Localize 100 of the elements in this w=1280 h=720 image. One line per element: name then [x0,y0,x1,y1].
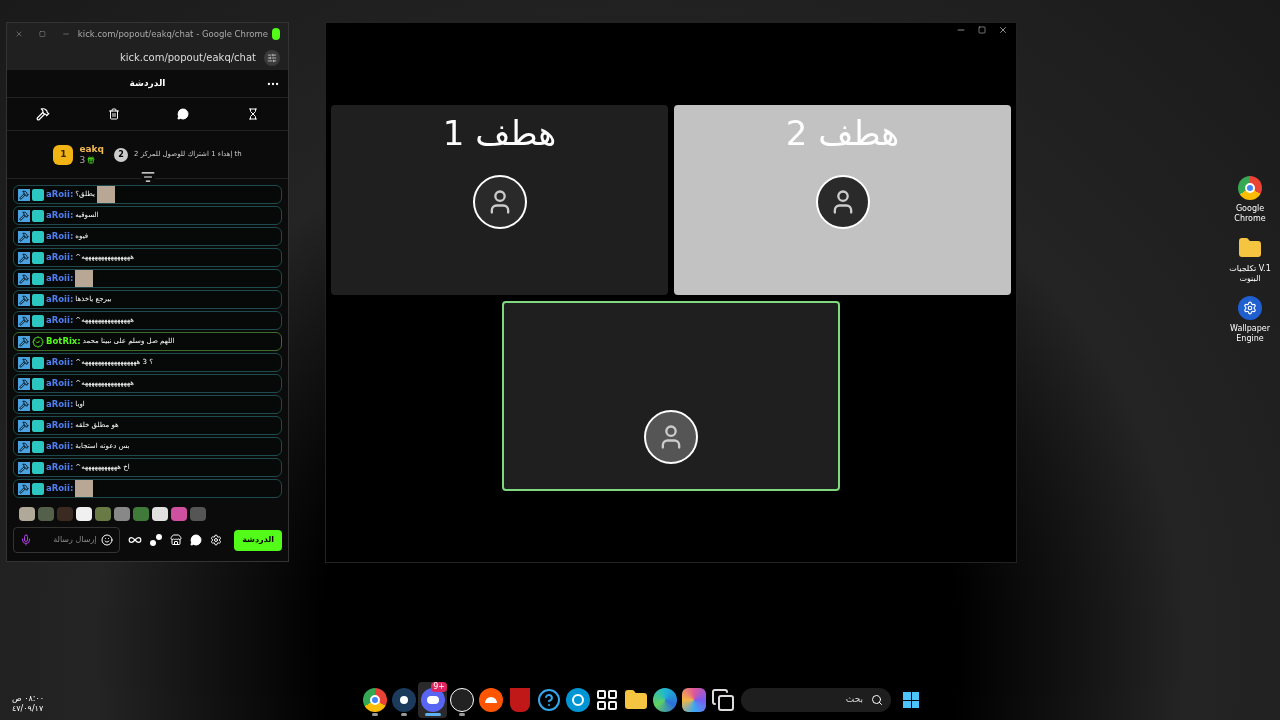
participant-name: هطف 1 [442,112,557,155]
emote-image[interactable] [76,507,92,521]
moderator-badge-icon [18,461,30,474]
rank-badge: 1 [53,144,74,165]
subscriber-badge-icon [32,461,44,474]
chat-header-title: الدردشة [129,76,166,91]
moderator-badge-icon [18,482,30,495]
maximize-icon[interactable] [978,26,986,34]
verified-badge-icon [32,335,44,348]
avatar [815,175,870,229]
subscriber-badge-icon [32,356,44,369]
emote-image[interactable] [114,507,130,521]
subscriber-badge-icon [32,272,44,285]
moderator-badge-icon [18,251,30,264]
subscriber-badge-icon [32,482,44,495]
emoji-icon[interactable] [101,534,113,546]
chat-username: aRoii: [46,461,74,474]
chrome-icon [1238,176,1262,200]
chat-username: aRoii: [46,188,74,201]
moderator-badge-icon [18,188,30,201]
moderator-badge-icon [18,335,30,348]
moderator-badge-icon [18,440,30,453]
clock-date: ٤٧/٠٩/١٧ [12,704,44,714]
moderator-badge-icon [18,398,30,411]
moderator-badge-icon [18,293,30,306]
search-icon [871,694,883,706]
moderator-badge-icon [18,230,30,243]
chat-username: aRoii: [46,272,74,285]
participant-name: هطف 2 [785,112,900,155]
site-settings-button[interactable] [264,49,280,66]
taskbar-button[interactable]: 9+ [418,682,447,718]
gift-count: 3 [79,154,86,166]
username: eakq [79,143,104,155]
message-input-field[interactable]: إرسال رسالة [36,534,97,546]
subscriber-badge-icon [32,230,44,243]
desktop-shortcut[interactable]: Google Chrome [1224,176,1276,224]
chat-username: aRoii: [46,398,74,411]
moderator-badge-icon [18,209,30,222]
notification-badge: 9+ [431,682,447,692]
emote-image[interactable] [133,507,149,521]
store-icon [594,688,619,712]
window-title: kick.com/popout/eakq/chat - Google Chrome [77,27,268,41]
rank-badge: 2 [114,147,128,162]
subscriber-badge-icon [32,440,44,453]
folder-icon [623,688,648,712]
trash-icon[interactable] [107,108,120,120]
desktop-shortcut[interactable]: تكلجيات V.1 البنوت [1224,236,1276,284]
shortcut-label: Wallpaper Engine [1229,324,1271,344]
chat-username: aRoii: [46,419,74,432]
gift-icon [87,156,96,164]
moderator-badge-icon [18,356,30,369]
settings-icon[interactable] [210,534,222,546]
subscriber-badge-icon [32,251,44,264]
emote-image[interactable] [171,507,187,521]
clock-time: ٠٨:٠٠ ص [12,694,45,704]
moderator-badge-icon [18,377,30,390]
search-box[interactable]: بحث [741,688,891,712]
help-icon [536,688,561,712]
message-input[interactable]: إرسال رسالة [13,527,120,553]
chat-username: aRoii: [46,356,74,369]
store-icon[interactable] [170,534,182,546]
hammer-icon[interactable] [35,107,50,121]
moderator-badge-icon [18,314,30,327]
shortcut-label: تكلجيات V.1 البنوت [1228,264,1272,284]
chrome-icon [362,688,387,712]
shield-icon [509,688,530,712]
search-field[interactable]: بحث [803,693,863,707]
subscriber-badge-icon [32,419,44,432]
avatar [644,410,698,464]
subscriber-badge-icon [32,377,44,390]
close-icon[interactable] [998,25,1008,35]
chat-username: aRoii: [46,209,74,222]
chat-send-button[interactable]: الدردشة [234,529,282,551]
moderator-badge-icon [18,272,30,285]
chat-username: aRoii: [46,251,74,264]
task-view-icon [710,688,735,712]
chat-username: aRoii: [46,440,74,453]
emote-image[interactable] [95,507,111,521]
start-button[interactable] [903,692,919,708]
subscriber-badge-icon [32,314,44,327]
avatar [472,175,527,229]
chat-username: BotRix: [46,335,81,348]
chat-icon[interactable] [190,534,202,546]
emote-image[interactable] [19,507,35,521]
app-icon [1238,296,1262,320]
dots-icon[interactable] [150,534,162,546]
subscriber-badge-icon [32,293,44,306]
moderator-badge-icon [18,419,30,432]
cloud-icon [478,688,503,712]
microphone-icon[interactable] [20,534,32,546]
chat-icon[interactable] [177,108,190,120]
hourglass-icon[interactable] [247,108,260,120]
chat-username: aRoii: [46,314,74,327]
chat-username: aRoii: [46,230,74,243]
emote-image[interactable] [152,507,168,521]
subscriber-badge-icon [32,188,44,201]
subscriber-badge-icon [32,398,44,411]
chat-username: aRoii: [46,377,74,390]
desktop-shortcut[interactable]: Wallpaper Engine [1224,296,1276,344]
subscriber-badge-icon [32,209,44,222]
